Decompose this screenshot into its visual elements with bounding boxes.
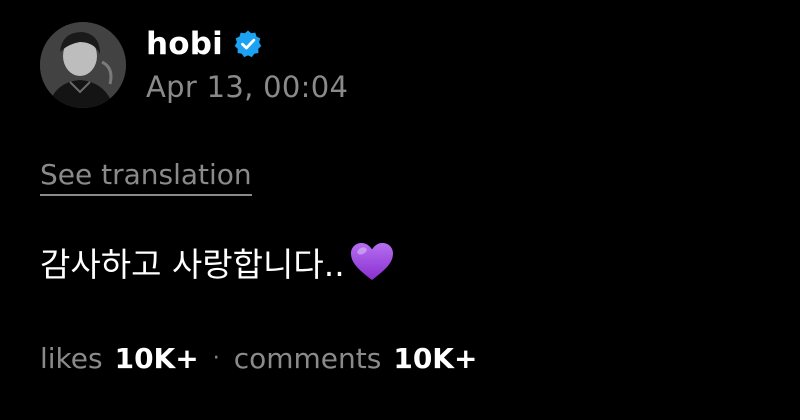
avatar[interactable] <box>40 22 126 108</box>
likes-count[interactable]: 10K+ <box>115 342 199 375</box>
post-text: 감사하고 사랑합니다.. <box>40 245 345 284</box>
comments-label[interactable]: comments <box>234 342 382 375</box>
purple-heart-icon <box>349 241 395 283</box>
name-row: hobi <box>146 24 348 64</box>
post-card: hobi Apr 13, 00:04 See translation 감사하고 … <box>0 0 800 420</box>
post-timestamp: Apr 13, 00:04 <box>146 70 349 104</box>
see-translation-link[interactable]: See translation <box>40 158 252 196</box>
likes-label[interactable]: likes <box>40 342 103 375</box>
comments-count[interactable]: 10K+ <box>393 342 477 375</box>
stats-separator: · <box>212 346 220 371</box>
username[interactable]: hobi <box>146 26 223 62</box>
post-stats: likes 10K+ · comments 10K+ <box>40 342 477 375</box>
verified-badge-icon <box>233 29 263 59</box>
post-content: 감사하고 사랑합니다.. <box>40 238 395 286</box>
post-meta: hobi Apr 13, 00:04 <box>146 22 348 104</box>
post-header: hobi Apr 13, 00:04 <box>40 22 348 108</box>
avatar-image <box>40 22 126 108</box>
